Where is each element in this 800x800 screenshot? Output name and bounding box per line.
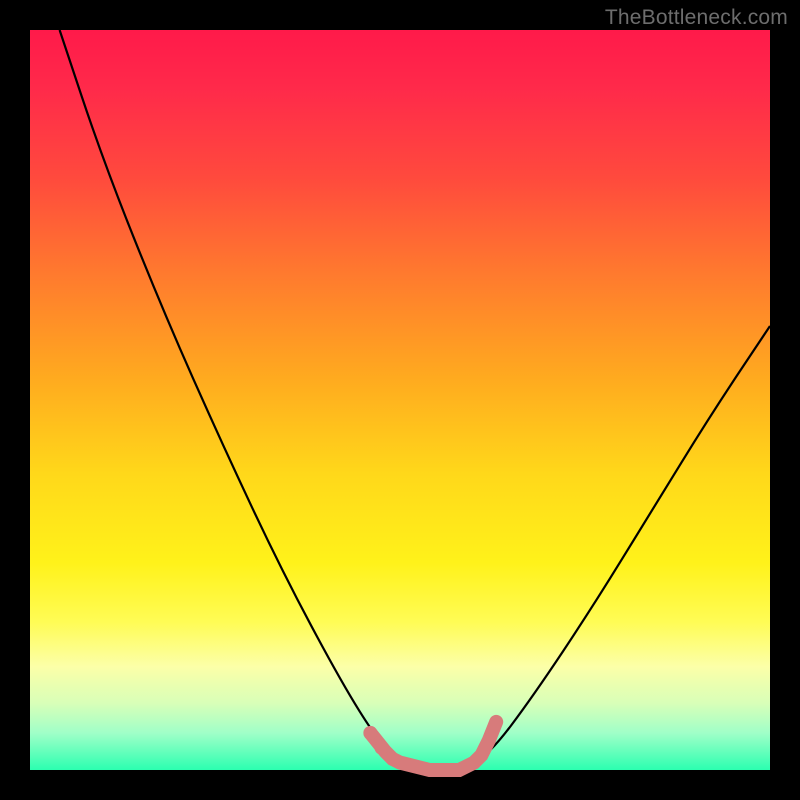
watermark-text: TheBottleneck.com — [605, 6, 788, 30]
highlight-marker — [363, 726, 377, 740]
bottleneck-curve — [60, 30, 770, 770]
highlight-marker — [375, 741, 389, 755]
curve-layer — [30, 30, 770, 770]
plot-area — [30, 30, 770, 770]
chart-container: TheBottleneck.com — [0, 0, 800, 800]
highlight-markers — [363, 726, 399, 766]
highlight-marker — [386, 752, 400, 766]
